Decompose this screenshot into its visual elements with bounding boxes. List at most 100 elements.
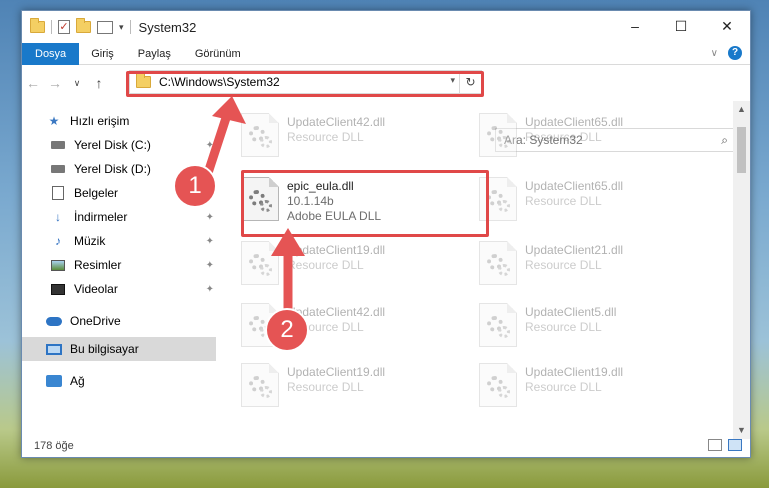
window-title: System32 xyxy=(138,19,197,35)
tab-view[interactable]: Görünüm xyxy=(183,43,253,65)
address-highlight-box xyxy=(126,71,484,97)
file-tile[interactable]: UpdateClient42.dll Resource DLL xyxy=(233,107,458,165)
sidebar-item-label: Videolar xyxy=(74,282,118,296)
tab-share[interactable]: Paylaş xyxy=(126,43,183,65)
file-name: UpdateClient19.dll xyxy=(525,365,624,379)
file-tile[interactable]: UpdateClient65.dll Resource DLL xyxy=(471,171,696,229)
dll-file-icon xyxy=(479,363,517,407)
file-tile[interactable]: UpdateClient5.dll Resource DLL xyxy=(471,297,696,355)
pictures-icon xyxy=(50,258,66,272)
file-description: Resource DLL xyxy=(287,258,364,272)
file-description: Resource DLL xyxy=(525,194,602,208)
minimize-button[interactable]: – xyxy=(612,11,658,41)
separator xyxy=(51,20,52,34)
file-description: Resource DLL xyxy=(525,258,602,272)
properties-check-icon[interactable]: ✓ xyxy=(58,20,70,34)
file-description: Resource DLL xyxy=(287,130,364,144)
network-icon xyxy=(46,374,62,388)
sidebar-item-label: Yerel Disk (D:) xyxy=(74,162,151,176)
separator xyxy=(129,20,131,34)
navigation-pane: ★ Hızlı erişim Yerel Disk (C:) ✦ Yerel D… xyxy=(22,109,216,431)
expand-ribbon-icon[interactable]: ∨ xyxy=(711,48,718,59)
file-name: UpdateClient42.dll xyxy=(287,115,386,129)
file-name: UpdateClient65.dll xyxy=(525,179,624,193)
sidebar-item-pictures[interactable]: Resimler ✦ xyxy=(22,253,216,277)
tab-file[interactable]: Dosya xyxy=(22,42,80,65)
sidebar-item-label: Ağ xyxy=(70,374,85,388)
folder-icon xyxy=(30,18,45,33)
qa-dropdown-icon[interactable]: ▾ xyxy=(119,22,124,33)
dll-file-icon xyxy=(479,303,517,347)
maximize-button[interactable]: ☐ xyxy=(658,11,704,41)
sidebar-item-label: Bu bilgisayar xyxy=(70,342,139,356)
sidebar-item-videos[interactable]: Videolar ✦ xyxy=(22,277,216,301)
sidebar-item-label: Belgeler xyxy=(74,186,119,200)
forward-button[interactable]: → xyxy=(44,75,66,91)
documents-icon xyxy=(50,186,66,200)
sidebar-item-label: Müzik xyxy=(74,234,106,248)
videos-icon xyxy=(50,282,66,296)
status-bar: 178 öğe xyxy=(22,435,750,457)
download-icon: ↓ xyxy=(55,210,61,224)
recent-locations-icon[interactable]: ∨ xyxy=(66,78,88,89)
vertical-scrollbar[interactable]: ▲ ▼ xyxy=(733,101,750,439)
file-name: UpdateClient19.dll xyxy=(287,243,386,257)
file-tile[interactable]: UpdateClient19.dll Resource DLL xyxy=(233,357,458,415)
back-button[interactable]: ← xyxy=(22,75,44,91)
help-icon[interactable]: ? xyxy=(728,46,742,60)
dll-file-icon xyxy=(479,241,517,285)
pin-icon[interactable]: ✦ xyxy=(206,212,214,223)
dll-file-icon xyxy=(241,363,279,407)
scroll-thumb[interactable] xyxy=(737,127,746,173)
computer-icon xyxy=(46,342,62,356)
sidebar-item-label: İndirmeler xyxy=(74,210,128,224)
file-tile[interactable]: UpdateClient19.dll Resource DLL xyxy=(233,235,458,293)
pin-icon[interactable]: ✦ xyxy=(206,260,214,271)
sidebar-item-network[interactable]: Ağ xyxy=(22,369,216,393)
file-name: UpdateClient19.dll xyxy=(287,365,386,379)
item-count: 178 öğe xyxy=(34,440,74,452)
file-description: Resource DLL xyxy=(287,380,364,394)
sidebar-item-local-disk-c[interactable]: Yerel Disk (C:) ✦ xyxy=(22,133,216,157)
details-view-icon[interactable] xyxy=(708,439,722,451)
sidebar-item-label: Resimler xyxy=(74,258,122,272)
dll-file-icon xyxy=(241,113,279,157)
pin-icon[interactable]: ✦ xyxy=(206,236,214,247)
file-description: Resource DLL xyxy=(525,130,602,144)
step-badge-1: 1 xyxy=(173,164,217,208)
music-icon: ♪ xyxy=(55,234,61,248)
sidebar-item-quick-access[interactable]: ★ Hızlı erişim xyxy=(22,109,216,133)
file-description: Resource DLL xyxy=(525,320,602,334)
dll-file-icon xyxy=(479,113,517,157)
sidebar-item-label: Hızlı erişim xyxy=(70,114,130,128)
dll-file-icon xyxy=(241,241,279,285)
file-list: UpdateClient42.dll Resource DLL UpdateCl… xyxy=(223,101,733,431)
scroll-up-icon[interactable]: ▲ xyxy=(733,101,750,118)
ribbon-tabs: Dosya Giriş Paylaş Görünüm ∨ ? xyxy=(22,42,750,65)
pin-icon[interactable]: ✦ xyxy=(206,284,214,295)
view-switcher xyxy=(708,439,742,451)
sidebar-item-this-pc[interactable]: Bu bilgisayar xyxy=(22,337,216,361)
file-tile[interactable]: UpdateClient65.dll Resource DLL xyxy=(471,107,696,165)
sidebar-item-music[interactable]: ♪ Müzik ✦ xyxy=(22,229,216,253)
sidebar-item-downloads[interactable]: ↓ İndirmeler ✦ xyxy=(22,205,216,229)
window-controls: – ☐ ✕ xyxy=(612,11,750,41)
sidebar-item-onedrive[interactable]: OneDrive xyxy=(22,309,216,333)
drive-icon xyxy=(50,162,66,176)
new-folder-icon[interactable] xyxy=(76,18,91,33)
drive-icon xyxy=(50,138,66,152)
pin-icon[interactable]: ✦ xyxy=(206,140,214,151)
file-name: UpdateClient65.dll xyxy=(525,115,624,129)
sidebar-item-label: OneDrive xyxy=(70,314,121,328)
file-tile[interactable]: UpdateClient21.dll Resource DLL xyxy=(471,235,696,293)
view-props-icon[interactable] xyxy=(97,20,113,34)
sidebar-item-label: Yerel Disk (C:) xyxy=(74,138,151,152)
up-button[interactable]: ↑ xyxy=(88,75,110,91)
tab-home[interactable]: Giriş xyxy=(79,43,126,65)
ribbon-right: ∨ ? xyxy=(711,46,742,60)
cloud-icon xyxy=(46,314,62,328)
large-icons-view-icon[interactable] xyxy=(728,439,742,451)
file-description: Resource DLL xyxy=(525,380,602,394)
file-tile[interactable]: UpdateClient19.dll Resource DLL xyxy=(471,357,696,415)
close-button[interactable]: ✕ xyxy=(704,11,750,41)
